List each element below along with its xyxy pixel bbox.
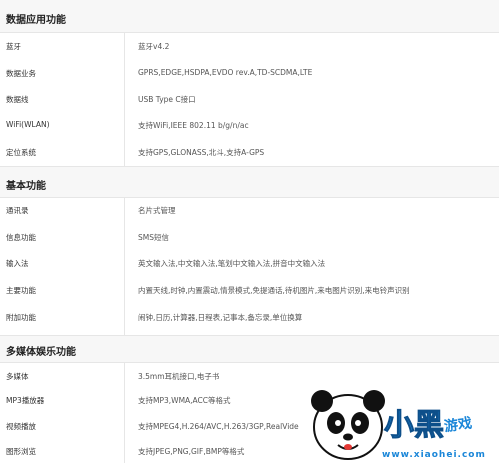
table-row: 输入法 英文输入法,中文输入法,笔划中文输入法,拼音中文输入法 (0, 249, 499, 275)
row-label: 附加功能 (6, 313, 36, 322)
row-value: 闹钟,日历,计算器,日程表,记事本,备忘录,单位换算 (138, 313, 303, 322)
row-label: 视频播放 (6, 422, 36, 431)
row-label: 蓝牙 (6, 42, 21, 51)
row-label: 输入法 (6, 259, 29, 268)
section-title: 基本功能 (6, 181, 46, 192)
table-row: 定位系统 支持GPS,GLONASS,北斗,支持A-GPS (0, 136, 499, 166)
row-value: 内置天线,时钟,内置震动,情景模式,免提通话,待机图片,来电图片识别,来电铃声识… (138, 286, 410, 295)
row-label: 通讯录 (6, 206, 29, 215)
row-value: 支持MPEG4,H.264/AVC,H.263/3GP,RealVide (138, 422, 299, 431)
panda-icon: 小黑 游戏 www.xiaohei.com (311, 390, 486, 460)
section-header-basic: 基本功能 (0, 167, 499, 197)
row-label: WiFi(WLAN) (6, 120, 50, 129)
svg-text:小黑: 小黑 (384, 408, 444, 443)
row-value: 英文输入法,中文输入法,笔划中文输入法,拼音中文输入法 (138, 259, 326, 268)
row-label: 主要功能 (6, 286, 36, 295)
svg-text:游戏: 游戏 (443, 414, 473, 435)
row-value: 支持WiFi,IEEE 802.11 b/g/n/ac (138, 121, 249, 130)
table-row: 蓝牙 蓝牙v4.2 (0, 32, 499, 58)
section-title: 数据应用功能 (6, 15, 66, 26)
row-value: 蓝牙v4.2 (138, 42, 170, 51)
row-value: GPRS,EDGE,HSDPA,EVDO rev.A,TD-SCDMA,LTE (138, 68, 313, 77)
section-header-multimedia: 多媒体娱乐功能 (0, 336, 499, 362)
row-label: 多媒体 (6, 372, 29, 381)
row-label: 图形浏览 (6, 447, 36, 456)
row-value: 支持MP3,WMA,ACC等格式 (138, 396, 231, 405)
row-value: 支持GPS,GLONASS,北斗,支持A-GPS (138, 148, 265, 157)
row-label: MP3播放器 (6, 396, 45, 405)
table-row: 通讯录 名片式管理 (0, 197, 499, 223)
row-label: 数据线 (6, 95, 29, 104)
row-value: 3.5mm耳机接口,电子书 (138, 372, 220, 381)
watermark-logo: 小黑 游戏 www.xiaohei.com (300, 385, 499, 463)
section-header-data-apps: 数据应用功能 (0, 0, 499, 32)
row-value: USB Type C接口 (138, 95, 196, 104)
row-label: 定位系统 (6, 148, 36, 157)
table-row: 数据线 USB Type C接口 (0, 84, 499, 110)
row-label: 数据业务 (6, 69, 36, 78)
table-row: 附加功能 闹钟,日历,计算器,日程表,记事本,备忘录,单位换算 (0, 301, 499, 335)
table-row: 信息功能 SMS短信 (0, 223, 499, 249)
row-value: 支持JPEG,PNG,GIF,BMP等格式 (138, 447, 245, 456)
row-value: 名片式管理 (138, 206, 176, 215)
svg-text:www.xiaohei.com: www.xiaohei.com (382, 450, 486, 460)
row-value: SMS短信 (138, 233, 169, 242)
table-row: 主要功能 内置天线,时钟,内置震动,情景模式,免提通话,待机图片,来电图片识别,… (0, 275, 499, 301)
section-title: 多媒体娱乐功能 (6, 347, 76, 358)
row-label: 信息功能 (6, 233, 36, 242)
table-row: 数据业务 GPRS,EDGE,HSDPA,EVDO rev.A,TD-SCDMA… (0, 58, 499, 84)
table-row: WiFi(WLAN) 支持WiFi,IEEE 802.11 b/g/n/ac (0, 110, 499, 136)
table-row: 多媒体 3.5mm耳机接口,电子书 (0, 362, 499, 387)
